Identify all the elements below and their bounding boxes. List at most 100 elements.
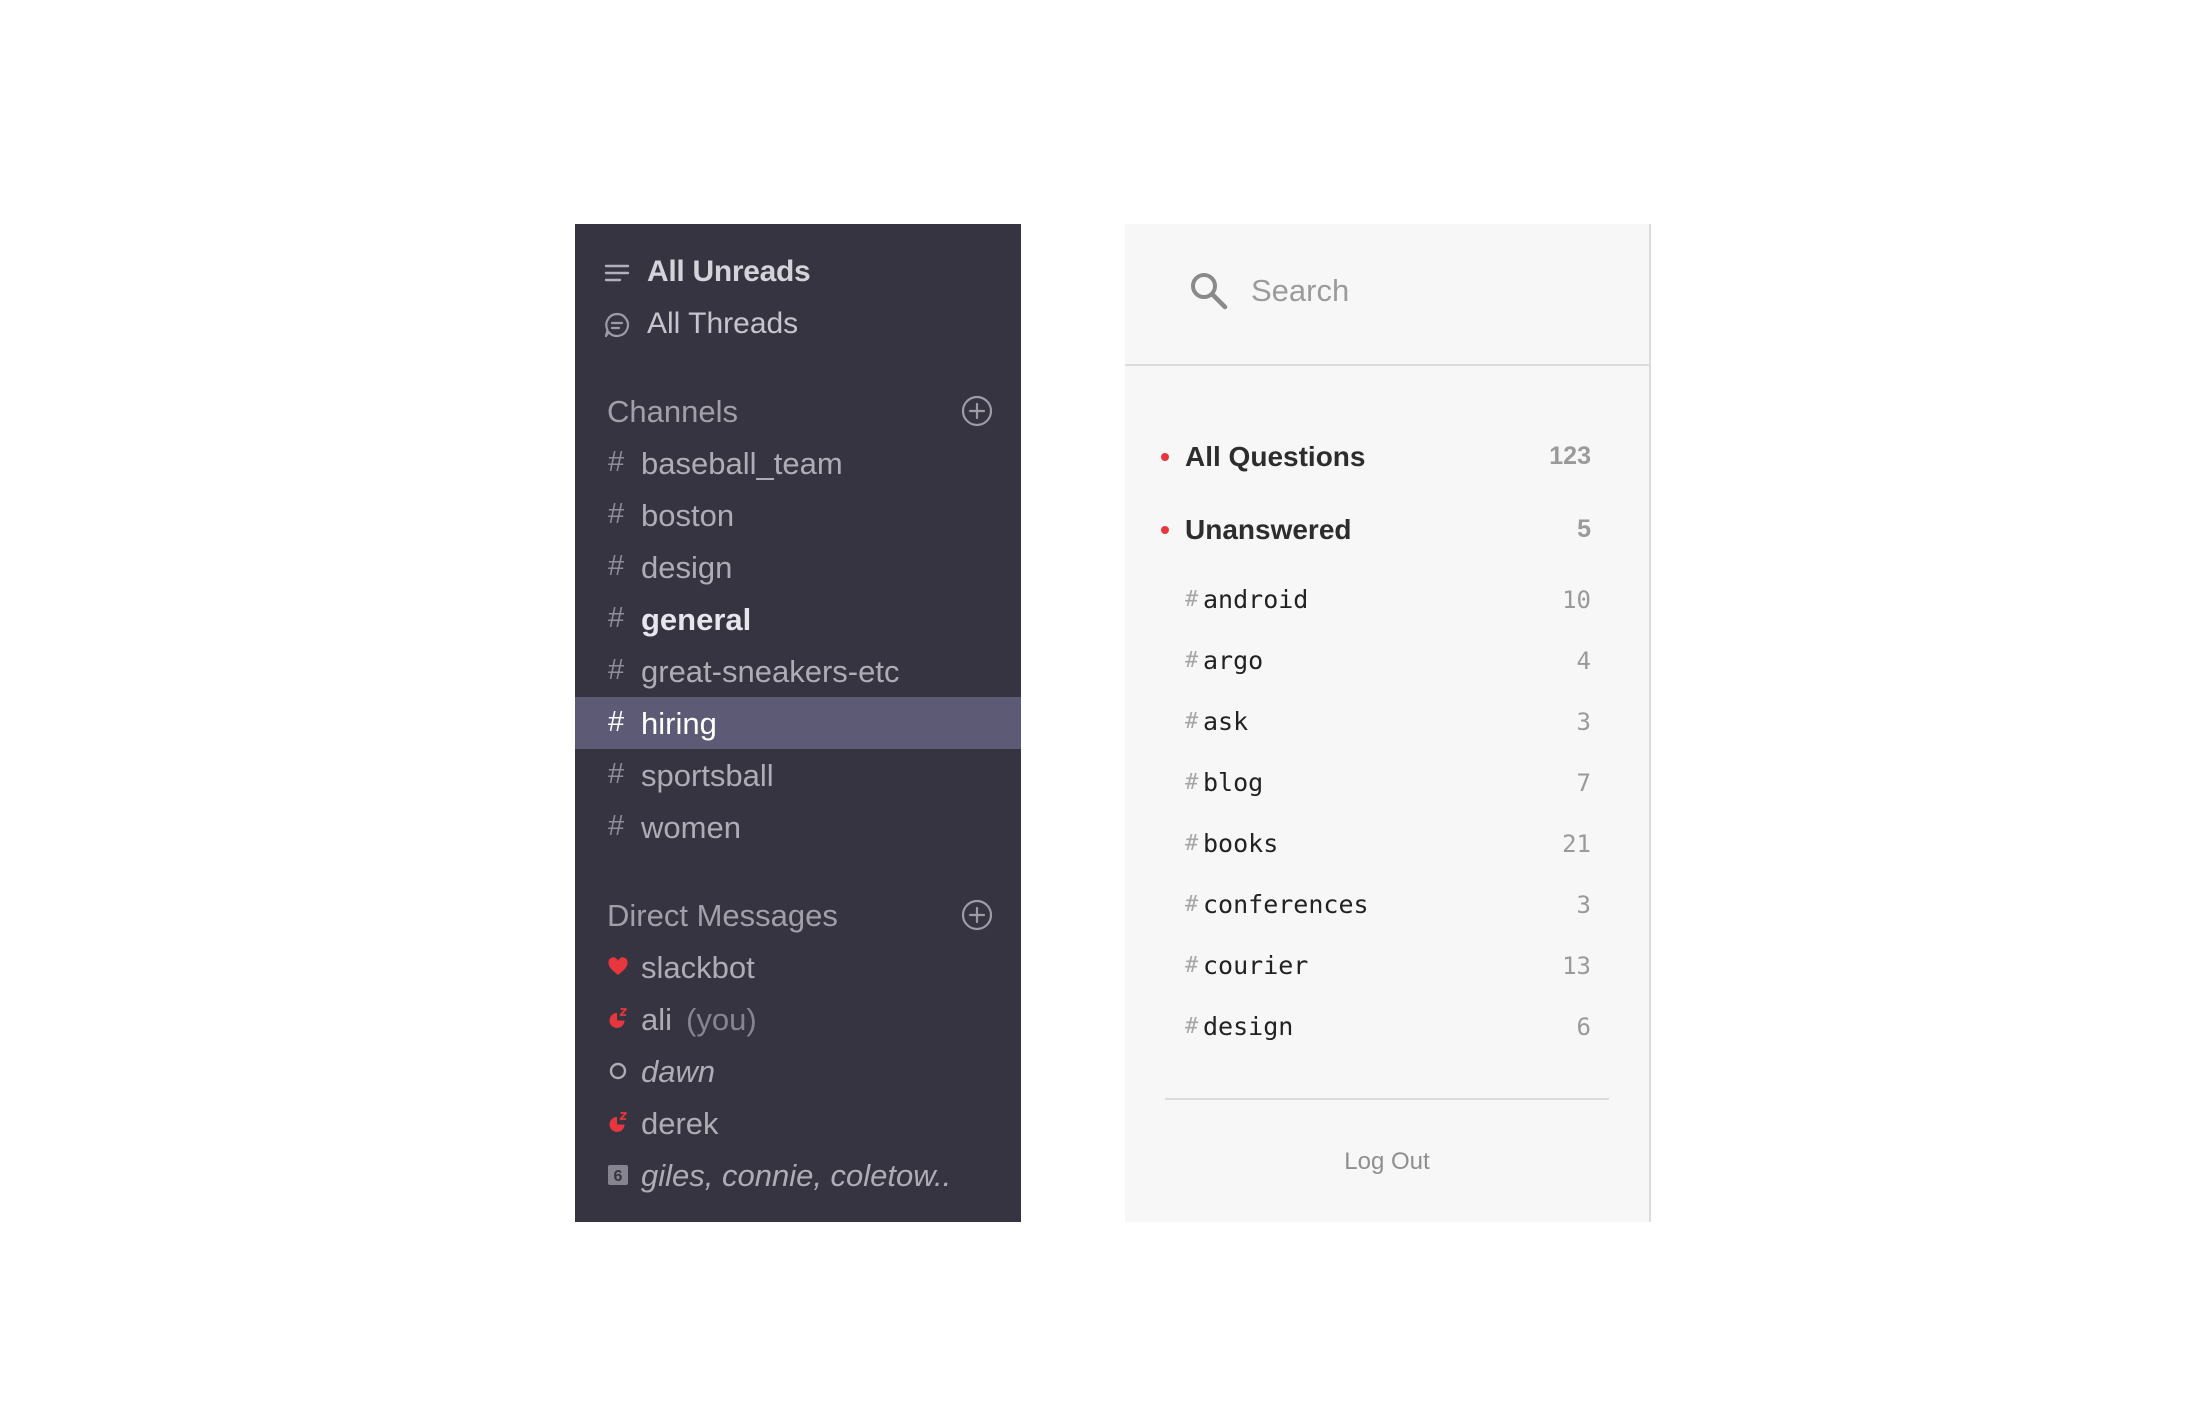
away-icon <box>609 1062 627 1080</box>
search-input[interactable] <box>1251 268 1601 314</box>
hash-icon: # <box>608 654 625 686</box>
tag-label: android <box>1203 585 1309 614</box>
dm-label: slackbot <box>641 950 755 985</box>
direct-messages-header[interactable]: Direct Messages <box>575 889 1021 941</box>
channel-sidebar: All Unreads All Threads Channels # baseb… <box>575 224 1021 1222</box>
channel-label: hiring <box>641 706 717 741</box>
hash-icon: # <box>608 810 625 842</box>
dm-label: ali (you) <box>641 1002 757 1038</box>
hash-icon: # <box>1185 892 1199 917</box>
hash-icon: # <box>608 602 625 634</box>
tag-count: 21 <box>1562 830 1591 858</box>
channel-label: great-sneakers-etc <box>641 654 900 689</box>
filter-label: All Questions <box>1185 441 1366 472</box>
tag-item-android[interactable]: # android 10 <box>1125 579 1649 623</box>
all-unreads-label: All Unreads <box>647 255 811 288</box>
filter-count: 123 <box>1549 442 1591 470</box>
tag-count: 3 <box>1576 891 1591 919</box>
tag-count: 7 <box>1576 769 1591 797</box>
hash-icon: # <box>608 550 625 582</box>
dm-item-slackbot[interactable]: slackbot <box>575 941 1021 993</box>
channel-label: women <box>641 810 741 845</box>
group-count-icon: 6 <box>608 1165 628 1185</box>
hash-icon: # <box>1185 831 1199 856</box>
tag-count: 13 <box>1562 952 1591 980</box>
snooze-icon <box>609 1008 627 1028</box>
hash-icon: # <box>1185 648 1199 673</box>
dm-item-ali[interactable]: ali (you) <box>575 993 1021 1045</box>
tag-item-argo[interactable]: # argo 4 <box>1125 640 1649 684</box>
tag-count: 10 <box>1562 586 1591 614</box>
filter-all-questions[interactable]: All Questions 123 <box>1125 431 1649 481</box>
channel-item-sportsball[interactable]: # sportsball <box>575 749 1021 801</box>
tag-label: courier <box>1203 951 1309 980</box>
thread-icon <box>604 312 630 338</box>
filter-label: Unanswered <box>1185 514 1352 545</box>
group-count: 6 <box>614 1168 623 1185</box>
snooze-icon <box>609 1112 627 1132</box>
tag-count: 6 <box>1576 1013 1591 1041</box>
tag-item-design[interactable]: # design 6 <box>1125 1006 1649 1050</box>
heart-icon <box>608 957 628 975</box>
tag-count: 4 <box>1576 647 1591 675</box>
dm-label: dawn <box>641 1054 716 1089</box>
add-direct-message-icon[interactable] <box>960 898 994 932</box>
footer-divider <box>1165 1098 1609 1100</box>
tag-item-conferences[interactable]: # conferences 3 <box>1125 884 1649 928</box>
tag-label: blog <box>1203 768 1264 797</box>
hash-icon: # <box>608 706 625 738</box>
channel-label: boston <box>641 498 735 533</box>
hash-icon: # <box>608 758 625 790</box>
channel-label: baseball_team <box>641 446 843 481</box>
dm-item-dawn[interactable]: dawn <box>575 1045 1021 1097</box>
channel-label: general <box>641 602 752 637</box>
channel-label: sportsball <box>641 758 774 793</box>
tag-count: 3 <box>1576 708 1591 736</box>
channel-item-general[interactable]: # general <box>575 593 1021 645</box>
hash-icon: # <box>608 446 625 478</box>
search-bar <box>1125 224 1649 366</box>
tag-item-blog[interactable]: # blog 7 <box>1125 762 1649 806</box>
channel-item-hiring[interactable]: # hiring <box>575 697 1021 749</box>
channel-label: design <box>641 550 733 585</box>
list-icon <box>604 264 630 282</box>
hash-icon: # <box>1185 770 1199 795</box>
hash-icon: # <box>1185 587 1199 612</box>
hash-icon: # <box>1185 709 1199 734</box>
channel-item-women[interactable]: # women <box>575 801 1021 853</box>
channel-item-baseball-team[interactable]: # baseball_team <box>575 437 1021 489</box>
hash-icon: # <box>608 498 625 530</box>
all-threads-item[interactable]: All Threads <box>575 298 1021 350</box>
tag-item-books[interactable]: # books 21 <box>1125 823 1649 867</box>
hash-icon: # <box>1185 1014 1199 1039</box>
tag-label: conferences <box>1203 890 1369 919</box>
direct-messages-header-label: Direct Messages <box>607 898 838 933</box>
channels-header-label: Channels <box>607 394 738 429</box>
channel-item-design[interactable]: # design <box>575 541 1021 593</box>
unread-dot-icon <box>1161 526 1169 534</box>
add-channel-icon[interactable] <box>960 394 994 428</box>
questions-panel: All Questions 123 Unanswered 5 # android… <box>1125 224 1651 1222</box>
all-unreads-item[interactable]: All Unreads <box>575 246 1021 298</box>
channel-item-boston[interactable]: # boston <box>575 489 1021 541</box>
tag-label: books <box>1203 829 1279 858</box>
dm-label: derek <box>641 1106 719 1141</box>
tag-label: design <box>1203 1012 1294 1041</box>
dm-item-group[interactable]: 6 giles, connie, coletow.. <box>575 1149 1021 1201</box>
log-out-button[interactable]: Log Out <box>1125 1148 1649 1176</box>
dm-item-derek[interactable]: derek <box>575 1097 1021 1149</box>
tag-label: argo <box>1203 646 1264 675</box>
hash-icon: # <box>1185 953 1199 978</box>
dm-label: giles, connie, coletow.. <box>641 1158 952 1193</box>
tag-item-ask[interactable]: # ask 3 <box>1125 701 1649 745</box>
dm-name: ali <box>641 1002 673 1037</box>
dm-you-suffix: (you) <box>686 1002 757 1037</box>
tag-label: ask <box>1203 707 1249 736</box>
channel-item-great-sneakers-etc[interactable]: # great-sneakers-etc <box>575 645 1021 697</box>
unread-dot-icon <box>1161 453 1169 461</box>
all-threads-label: All Threads <box>647 307 799 340</box>
filter-unanswered[interactable]: Unanswered 5 <box>1125 504 1649 554</box>
search-icon[interactable] <box>1188 270 1230 312</box>
channels-header[interactable]: Channels <box>575 385 1021 437</box>
tag-item-courier[interactable]: # courier 13 <box>1125 945 1649 989</box>
